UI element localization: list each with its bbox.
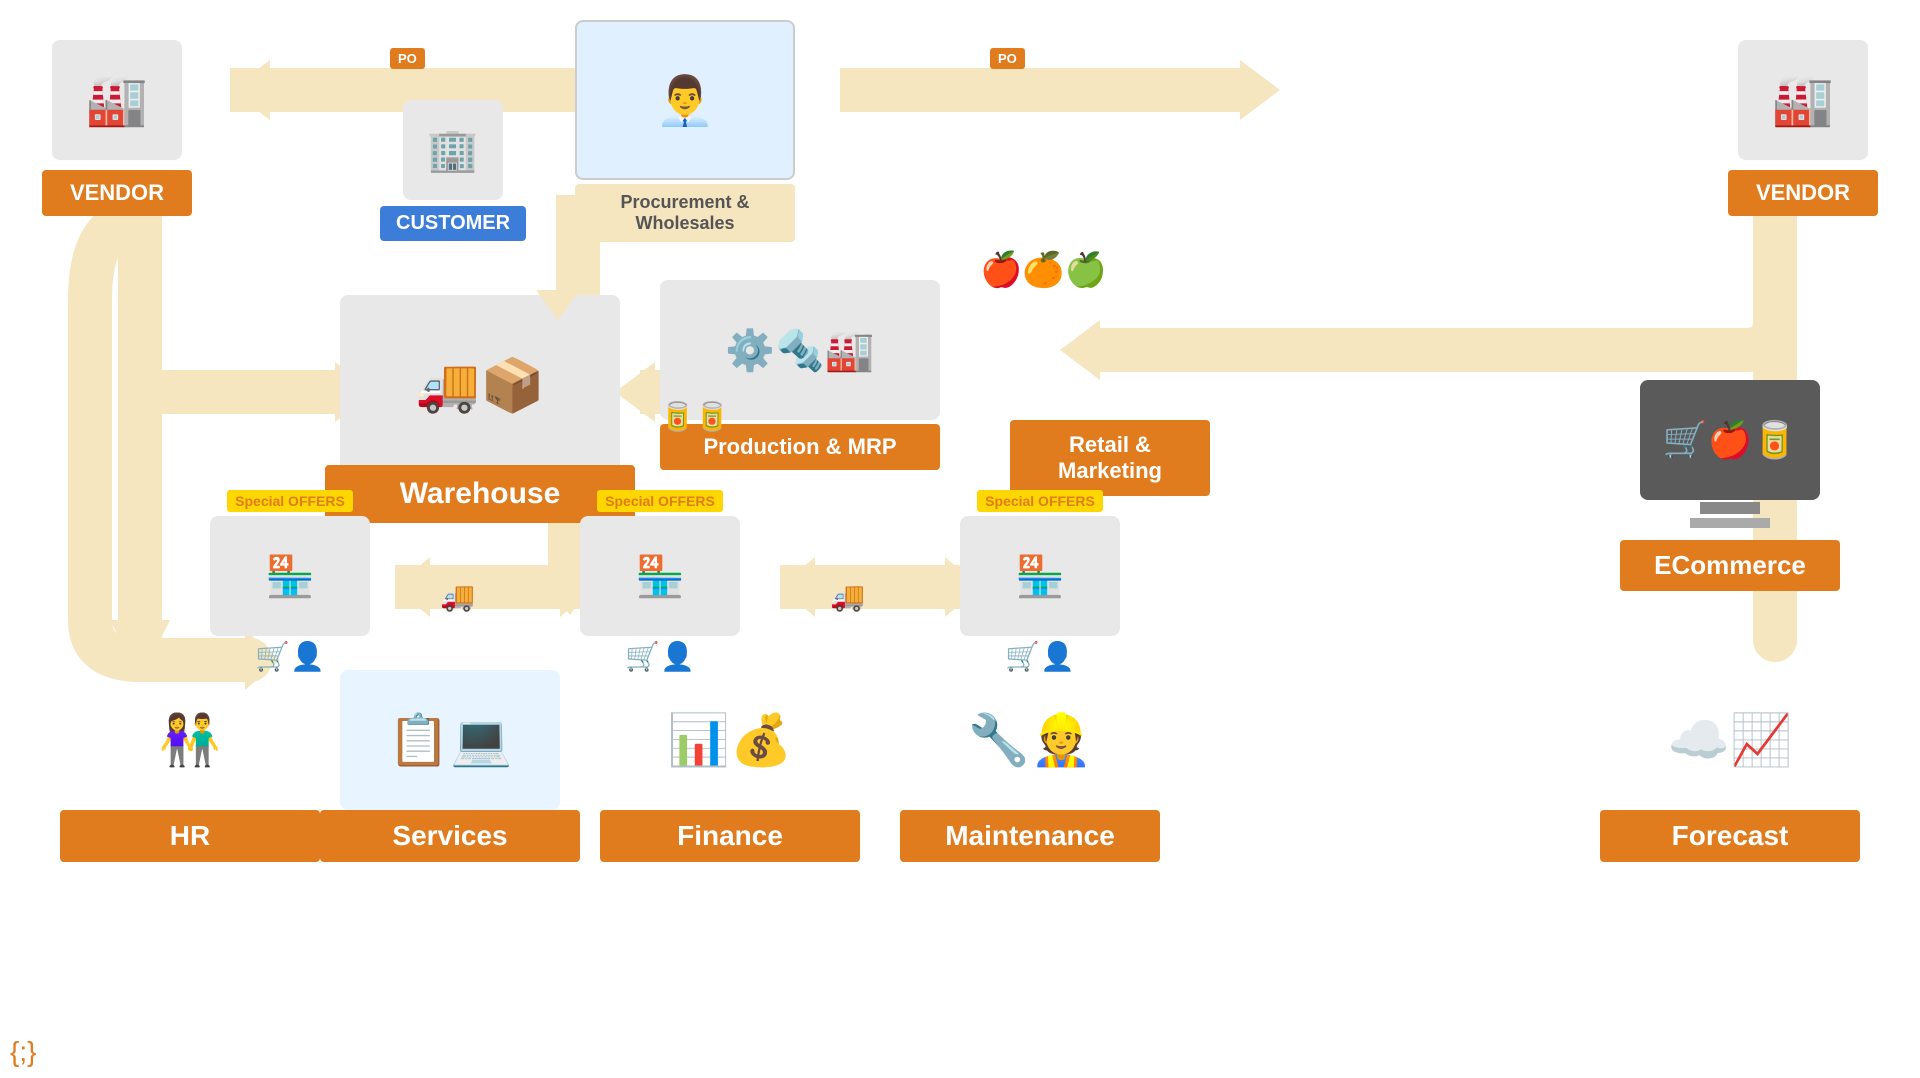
vendor-right-icon: 🏭 — [1738, 40, 1868, 160]
store-left-img: 🏪 — [210, 516, 370, 636]
po-badge-left: PO — [390, 48, 425, 69]
procurement-icon: 👨‍💼 — [575, 20, 795, 180]
diagram: 🏭 VENDOR 🏭 VENDOR PO PO 👨‍💼 Procurement … — [0, 0, 1920, 1078]
small-items-icon: 🥫🥫 — [660, 400, 730, 433]
store-right: Special OFFERS 🏪 🛒👤 — [960, 490, 1120, 673]
maintenance-label: Maintenance — [900, 810, 1160, 862]
module-services: 📋💻 Services — [320, 670, 580, 862]
po-badge-right: PO — [990, 48, 1025, 69]
services-icon: 📋💻 — [340, 670, 560, 810]
ecommerce-monitor: 🛒🍎🥫 — [1640, 380, 1820, 500]
module-finance: 📊💰 Finance — [600, 670, 860, 862]
finance-label: Finance — [600, 810, 860, 862]
production-block: ⚙️🔩🏭 Production & MRP — [660, 280, 940, 470]
bottom-left-icon: {;} — [10, 1036, 36, 1068]
customer-icon: 🏢 — [403, 100, 503, 200]
module-maintenance: 🔧👷 Maintenance — [900, 670, 1160, 862]
arrow-proc-to-wh — [556, 195, 600, 295]
finance-icon: 📊💰 — [630, 670, 830, 810]
vendor-left-icon: 🏭 — [52, 40, 182, 160]
production-image: ⚙️🔩🏭 — [660, 280, 940, 420]
store-center-person: 🛒👤 — [625, 640, 695, 673]
produce-icon: 🍎🍊🍏 — [980, 250, 1107, 290]
customer-block: 🏢 CUSTOMER — [380, 100, 526, 241]
store-center: Special OFFERS 🏪 🛒👤 — [580, 490, 740, 673]
procurement-block: 👨‍💼 Procurement & Wholesales — [575, 20, 795, 242]
hr-icon: 👫 — [90, 670, 290, 810]
vendor-left-label: VENDOR — [42, 170, 192, 216]
hr-label: HR — [60, 810, 320, 862]
ecommerce-stand — [1690, 518, 1770, 528]
store-right-person: 🛒👤 — [1005, 640, 1075, 673]
truck-center-right: 🚚 — [830, 580, 865, 613]
ecommerce-block: 🛒🍎🥫 ECommerce — [1620, 380, 1840, 591]
vendor-left: 🏭 VENDOR — [42, 40, 192, 216]
maintenance-icon: 🔧👷 — [930, 670, 1130, 810]
forecast-icon: ☁️📈 — [1630, 670, 1830, 810]
module-hr: 👫 HR — [60, 670, 320, 862]
store-center-img: 🏪 — [580, 516, 740, 636]
module-forecast: ☁️📈 Forecast — [1600, 670, 1860, 862]
retail-marketing-label: Retail & Marketing — [1010, 420, 1210, 496]
forecast-label: Forecast — [1600, 810, 1860, 862]
arrow-proc-to-wh-head — [536, 290, 580, 320]
special-badge-center: Special OFFERS — [597, 490, 723, 512]
warehouse-image: 🚚📦 — [340, 295, 620, 475]
truck-left-center: 🚚 — [440, 580, 475, 613]
special-badge-right: Special OFFERS — [977, 490, 1103, 512]
services-label: Services — [320, 810, 580, 862]
special-badge-left: Special OFFERS — [227, 490, 353, 512]
customer-label: CUSTOMER — [380, 206, 526, 241]
store-left-person: 🛒👤 — [255, 640, 325, 673]
store-right-img: 🏪 — [960, 516, 1120, 636]
procurement-label: Procurement & Wholesales — [575, 184, 795, 242]
vendor-right: 🏭 VENDOR — [1728, 40, 1878, 216]
vendor-right-label: VENDOR — [1728, 170, 1878, 216]
ecommerce-label: ECommerce — [1620, 540, 1840, 591]
store-left: Special OFFERS 🏪 🛒👤 — [210, 490, 370, 673]
